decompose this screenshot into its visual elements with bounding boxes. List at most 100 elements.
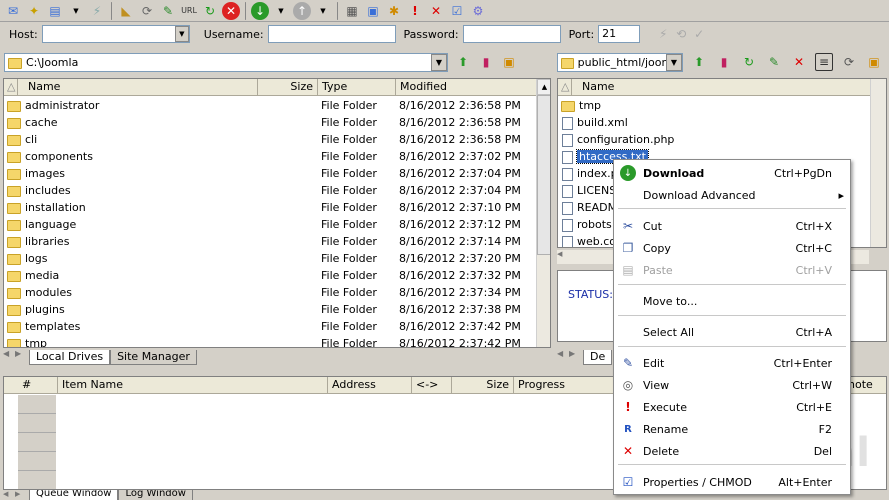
history-icon[interactable]: ⟲ [672,25,690,43]
clear-icon[interactable]: ✓ [690,25,708,43]
bookmark-icon[interactable]: ▮ [715,53,733,71]
disconnect-icon[interactable]: ⚡ [88,2,106,20]
menu-item-edit[interactable]: ✎ Edit Ctrl+Enter [614,352,850,374]
scroll-up-button[interactable]: ▲ [537,79,550,95]
up-folder-icon[interactable]: ⬆ [454,53,472,71]
tab-local-drives[interactable]: Local Drives [29,350,111,365]
table-row[interactable]: build.xml [558,114,886,131]
table-row[interactable]: tmp File Folder 8/16/2012 2:37:42 PM [4,335,550,347]
chevron-down-icon[interactable]: ▼ [314,2,332,20]
username-input[interactable] [267,25,396,43]
tab-log-window[interactable]: Log Window [118,490,193,500]
menu-item-view[interactable]: ◎ View Ctrl+W [614,374,850,396]
menu-item-execute[interactable]: ! Execute Ctrl+E [614,396,850,418]
table-row[interactable]: installation File Folder 8/16/2012 2:37:10… [4,199,550,216]
menu-item-paste[interactable]: ▤ Paste Ctrl+V [614,259,850,281]
chevron-down-icon[interactable]: ▼ [174,26,189,42]
table-row[interactable]: cache File Folder 8/16/2012 2:36:58 PM [4,114,550,131]
tab-scroll-left[interactable]: ◀ [557,349,569,365]
tab-scroll-left[interactable]: ◀ [3,349,15,365]
tab-site-manager[interactable]: Site Manager [110,350,197,365]
menu-item-cut[interactable]: ✂ Cut Ctrl+X [614,215,850,237]
delete-icon[interactable]: ✕ [790,53,808,71]
table-row[interactable]: images File Folder 8/16/2012 2:37:04 PM [4,165,550,182]
chmod-icon[interactable]: ☑ [448,2,466,20]
up-folder-icon[interactable]: ⬆ [690,53,708,71]
col-name[interactable]: Name [572,79,868,95]
chevron-down-icon[interactable]: ▼ [431,54,447,71]
transfer-icon[interactable]: ✎ [159,2,177,20]
new-folder-icon[interactable]: ▣ [865,53,883,71]
menu-item-delete[interactable]: ✕ Delete Del [614,440,850,462]
menu-item-select-all[interactable]: Select All Ctrl+A [614,321,850,343]
upload-icon[interactable]: ↑ [293,1,311,20]
connect-icon[interactable]: ✉ [4,2,22,20]
new-folder-icon[interactable]: ✱ [385,2,403,20]
menu-item-move-to[interactable]: Move to... [614,290,850,312]
col-name[interactable]: Name [18,79,258,95]
chevron-down-icon[interactable]: ▼ [67,2,85,20]
abort-icon[interactable]: ✕ [222,1,240,20]
password-input[interactable] [462,25,561,43]
view-mode-icon[interactable]: ≡ [815,53,833,71]
new-folder-icon[interactable]: ▣ [500,53,518,71]
refresh-icon[interactable]: ↻ [740,53,758,71]
table-row[interactable]: language File Folder 8/16/2012 2:37:12 PM [4,216,550,233]
table-row[interactable]: administrator File Folder 8/16/2012 2:36:5… [4,97,550,114]
port-input[interactable]: 21 [598,25,641,43]
table-row[interactable]: configuration.php [558,131,886,148]
quick-connect-icon[interactable]: ⚡ [654,25,672,43]
wizard-icon[interactable]: ✦ [25,2,43,20]
delete-icon[interactable]: ✕ [427,2,445,20]
url-icon[interactable]: URL [180,2,198,20]
host-input[interactable]: ▼ [41,25,190,43]
local-path-combo[interactable]: C:\Joomla ▼ [4,53,448,72]
download-icon[interactable]: ↓ [251,1,269,20]
sync-icon[interactable]: ⟳ [840,53,858,71]
menu-item-copy[interactable]: ❐ Copy Ctrl+C [614,237,850,259]
table-row[interactable]: logs File Folder 8/16/2012 2:37:20 PM [4,250,550,267]
tab-scroll-left[interactable]: ◀ [3,490,15,500]
tab-scroll-right[interactable]: ▶ [15,349,29,365]
settings-icon[interactable]: ⚙ [469,2,487,20]
properties-icon[interactable]: ▦ [343,2,361,20]
menu-item-download[interactable]: ↓ Download Ctrl+PgDn [614,162,850,184]
remote-vertical-scrollbar[interactable] [870,79,886,247]
local-vertical-scrollbar[interactable]: ▲ [536,79,550,347]
menu-item-rename[interactable]: R Rename F2 [614,418,850,440]
remote-path-combo[interactable]: public_html/joomla ▼ [557,53,683,72]
menu-item-properties-chmod[interactable]: ☑ Properties / CHMOD Alt+Enter [614,471,850,493]
table-row[interactable]: modules File Folder 8/16/2012 2:37:34 PM [4,284,550,301]
queue-col-number[interactable]: # [4,377,58,393]
bookmark-icon[interactable]: ▮ [477,53,495,71]
col-size[interactable]: Size [258,79,318,95]
table-row[interactable]: cli File Folder 8/16/2012 2:36:58 PM [4,131,550,148]
queue-col-direction[interactable]: <-> [412,377,452,393]
bookmark-icon[interactable]: ▣ [364,2,382,20]
tab-queue-window[interactable]: Queue Window [29,490,119,500]
stop-icon[interactable]: ◣ [117,2,135,20]
queue-col-size[interactable]: Size [452,377,514,393]
new-icon[interactable]: ▤ [46,2,64,20]
tab-scroll-right[interactable]: ▶ [15,490,29,500]
table-row[interactable]: plugins File Folder 8/16/2012 2:37:38 PM [4,301,550,318]
transfer-icon[interactable]: ✎ [765,53,783,71]
table-row[interactable]: templates File Folder 8/16/2012 2:37:42 PM [4,318,550,335]
table-row[interactable]: libraries File Folder 8/16/2012 2:37:14 PM [4,233,550,250]
tab-scroll-right[interactable]: ▶ [569,349,583,365]
table-row[interactable]: includes File Folder 8/16/2012 2:37:04 PM [4,182,550,199]
queue-col-item-name[interactable]: Item Name [58,377,328,393]
col-type[interactable]: Type [318,79,396,95]
refresh-icon[interactable]: ↻ [201,2,219,20]
table-row[interactable]: components File Folder 8/16/2012 2:37:02 P… [4,148,550,165]
table-row[interactable]: tmp [558,97,886,114]
table-row[interactable]: media File Folder 8/16/2012 2:37:32 PM [4,267,550,284]
scroll-thumb[interactable] [537,95,550,255]
menu-item-download-advanced[interactable]: Download Advanced ▸ [614,184,850,206]
chevron-down-icon[interactable]: ▼ [272,2,290,20]
reconnect-icon[interactable]: ⟳ [138,2,156,20]
col-modified[interactable]: Modified [396,79,536,95]
tab-details[interactable]: De [583,350,613,365]
queue-col-address[interactable]: Address [328,377,412,393]
execute-icon[interactable]: ! [406,2,424,20]
